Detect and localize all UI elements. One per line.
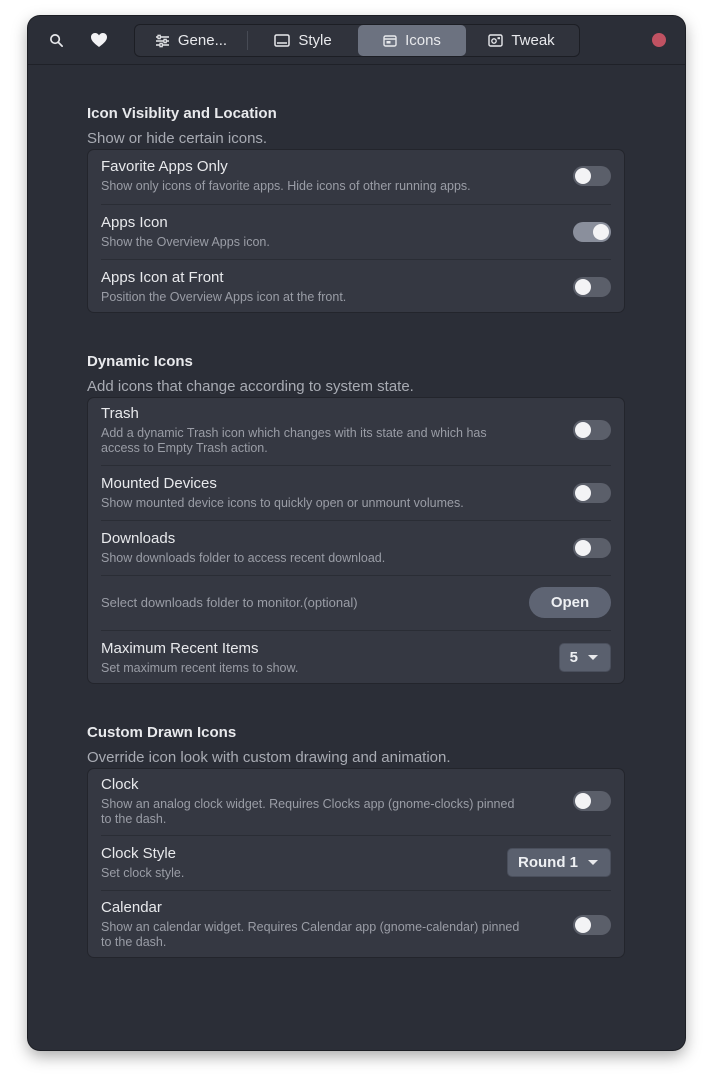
row-clock-style: Clock Style Set clock style. Round 1 <box>101 836 611 891</box>
row-clock: Clock Show an analog clock widget. Requi… <box>101 769 611 836</box>
apps-icon-switch[interactable] <box>573 222 611 242</box>
row-subtitle-line1: Show an calendar widget. Requires Calend… <box>101 920 520 934</box>
chevron-down-icon <box>588 655 598 660</box>
row-title: Downloads <box>101 530 176 547</box>
row-title: Clock <box>101 776 139 793</box>
tab-icons-label: Icons <box>405 32 441 49</box>
open-folder-button[interactable]: Open <box>529 587 611 618</box>
row-subtitle-line1: Add a dynamic Trash icon which changes w… <box>101 426 487 440</box>
downloads-switch[interactable] <box>573 538 611 558</box>
clock-switch[interactable] <box>573 791 611 811</box>
tweak-icon <box>488 34 504 47</box>
row-title: Apps Icon at Front <box>101 269 224 286</box>
display-icon <box>274 34 291 47</box>
row-subtitle-line2: access to Empty Trash action. <box>101 441 268 455</box>
window-icon <box>383 34 397 47</box>
dropdown-value: Round 1 <box>518 854 578 871</box>
search-icon <box>49 33 63 47</box>
switch-knob <box>575 917 591 933</box>
switch-knob <box>575 168 591 184</box>
tab-style-label: Style <box>298 32 332 49</box>
row-subtitle-line1: Show an analog clock widget. Requires Cl… <box>101 797 515 811</box>
row-title: Calendar <box>101 899 162 916</box>
row-subtitle: Show the Overview Apps icon. <box>101 235 270 249</box>
tab-style[interactable]: Style <box>248 25 358 56</box>
card-custom: Clock Show an analog clock widget. Requi… <box>87 768 625 958</box>
calendar-switch[interactable] <box>573 915 611 935</box>
section-subtitle-dynamic: Add icons that change according to syste… <box>87 378 414 395</box>
section-title-dynamic: Dynamic Icons <box>87 353 193 370</box>
row-title: Apps Icon <box>101 214 168 231</box>
row-max-recent-items: Maximum Recent Items Set maximum recent … <box>101 631 611 684</box>
tab-general[interactable]: Gene... <box>135 25 247 56</box>
card-visibility: Favorite Apps Only Show only icons of fa… <box>87 149 625 313</box>
section-subtitle-visibility: Show or hide certain icons. <box>87 130 268 147</box>
row-subtitle: Show downloads folder to access recent d… <box>101 551 386 565</box>
max-recent-items-dropdown[interactable]: 5 <box>558 643 611 672</box>
clock-style-dropdown[interactable]: Round 1 <box>507 848 611 877</box>
trash-switch[interactable] <box>573 420 611 440</box>
tab-icons[interactable]: Icons <box>358 25 466 56</box>
section-subtitle-custom: Override icon look with custom drawing a… <box>87 749 451 766</box>
row-subtitle: Show only icons of favorite apps. Hide i… <box>101 179 471 193</box>
section-title-visibility: Icon Visiblity and Location <box>87 105 277 122</box>
header-bar: Gene... Style Icons Tweak <box>28 16 685 65</box>
preferences-window: Gene... Style Icons Tweak Icon Visiblity… <box>28 16 685 1050</box>
switch-knob <box>575 485 591 501</box>
switch-knob <box>593 224 609 240</box>
mounted-devices-switch[interactable] <box>573 483 611 503</box>
row-mounted-devices: Mounted Devices Show mounted device icon… <box>101 466 611 521</box>
favorite-apps-only-switch[interactable] <box>573 166 611 186</box>
row-title: Clock Style <box>101 845 177 862</box>
switch-knob <box>575 279 591 295</box>
tab-tweak-label: Tweak <box>511 32 555 49</box>
row-favorite-apps-only: Favorite Apps Only Show only icons of fa… <box>101 150 611 205</box>
dropdown-value: 5 <box>569 649 578 666</box>
switch-knob <box>575 540 591 556</box>
row-subtitle: Set maximum recent items to show. <box>101 661 299 675</box>
card-dynamic: Trash Add a dynamic Trash icon which cha… <box>87 397 625 684</box>
apps-icon-front-switch[interactable] <box>573 277 611 297</box>
tab-bar: Gene... Style Icons Tweak <box>134 24 580 57</box>
tab-general-label: Gene... <box>177 32 228 49</box>
row-downloads: Downloads Show downloads folder to acces… <box>101 521 611 576</box>
row-calendar: Calendar Show an calendar widget. Requir… <box>101 891 611 957</box>
tab-tweak[interactable]: Tweak <box>466 25 577 56</box>
sliders-icon <box>155 34 169 47</box>
favorite-button[interactable] <box>84 26 114 54</box>
switch-knob <box>575 793 591 809</box>
row-apps-icon-front: Apps Icon at Front Position the Overview… <box>101 260 611 312</box>
row-title: Maximum Recent Items <box>101 640 259 657</box>
section-title-custom: Custom Drawn Icons <box>87 724 237 741</box>
row-subtitle: Show mounted device icons to quickly ope… <box>101 496 464 510</box>
row-subtitle: Position the Overview Apps icon at the f… <box>101 290 347 304</box>
row-title: Trash <box>101 405 139 422</box>
row-title: Mounted Devices <box>101 475 217 492</box>
row-title: Favorite Apps Only <box>101 158 228 175</box>
row-subtitle-line2: to the dash. <box>101 812 167 826</box>
row-trash: Trash Add a dynamic Trash icon which cha… <box>101 398 611 466</box>
row-apps-icon: Apps Icon Show the Overview Apps icon. <box>101 205 611 260</box>
close-button[interactable] <box>652 33 666 47</box>
switch-knob <box>575 422 591 438</box>
heart-icon <box>91 33 107 47</box>
row-downloads-folder: Select downloads folder to monitor.(opti… <box>101 576 611 631</box>
row-subtitle-line2: to the dash. <box>101 935 167 949</box>
row-subtitle: Set clock style. <box>101 866 185 880</box>
search-button[interactable] <box>41 26 71 54</box>
chevron-down-icon <box>588 860 598 865</box>
row-subtitle: Select downloads folder to monitor.(opti… <box>101 595 358 610</box>
